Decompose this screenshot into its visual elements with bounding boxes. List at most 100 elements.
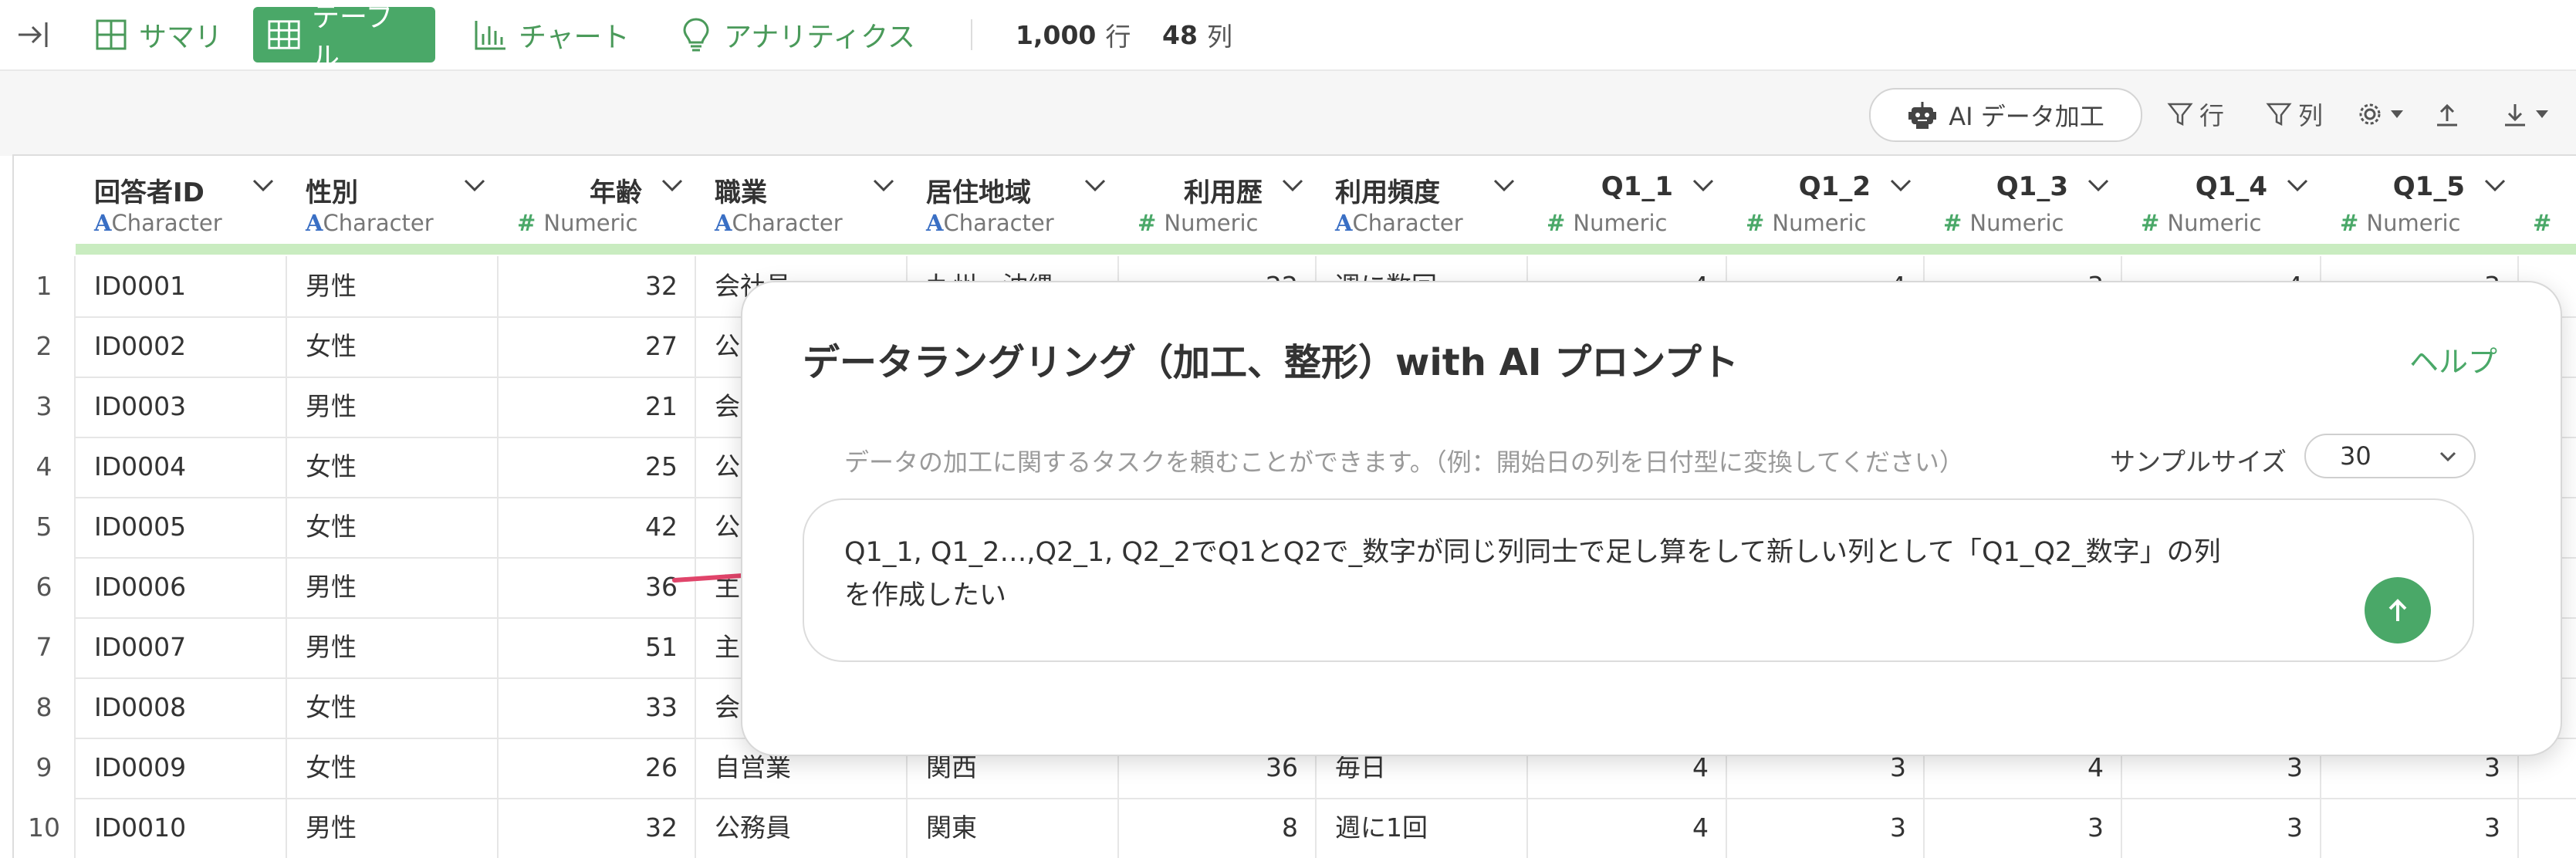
tab-chart-label: チャート [519, 22, 630, 53]
settings-menu-button[interactable] [2357, 93, 2411, 136]
help-link[interactable]: ヘルプ [2409, 338, 2497, 380]
table-cell-partial [2519, 798, 2576, 858]
chevron-down-icon[interactable] [463, 177, 486, 193]
chevron-down-icon[interactable] [1692, 177, 1715, 193]
column-header[interactable]: 利用歴 # Numeric [1119, 156, 1318, 256]
chevron-down-icon [2439, 451, 2456, 462]
chevron-down-icon[interactable] [1281, 177, 1304, 193]
table-cell: ID0005 [76, 497, 287, 557]
chevron-down-icon[interactable] [2087, 177, 2110, 193]
sample-size-label: サンプルサイズ [2110, 447, 2287, 477]
table-cell: 32 [499, 256, 696, 316]
column-type: ACharacter [306, 210, 434, 236]
character-type-icon: A [306, 210, 323, 236]
character-type-icon: A [94, 210, 112, 236]
dialog-title: データラングリング（加工、整形）with AI プロンプト [803, 341, 1739, 384]
row-count-unit: 行 [1105, 22, 1131, 52]
caret-down-icon [2536, 110, 2548, 118]
column-header[interactable]: Q1_2 # Numeric [1727, 156, 1926, 256]
table-cell: 3 [1727, 798, 1925, 858]
table-cell: 関東 [908, 798, 1119, 858]
column-name: Q1_2 [1798, 171, 1871, 202]
chevron-down-icon[interactable] [1889, 177, 1912, 193]
column-header[interactable]: 年齢 # Numeric [499, 156, 698, 256]
tab-table[interactable]: テーブル [253, 2, 435, 73]
row-filter-label: 行 [2199, 101, 2225, 130]
row-number: 6 [14, 557, 76, 617]
column-type-label: Numeric [1772, 210, 1867, 236]
row-filter-button[interactable]: 行 [2167, 93, 2224, 136]
column-header[interactable]: 利用頻度 ACharacter [1317, 156, 1530, 256]
table-cell: ID0001 [76, 256, 287, 316]
column-name: 回答者ID [94, 177, 205, 208]
sample-size-select[interactable]: 30 [2304, 434, 2476, 478]
chevron-down-icon[interactable] [252, 177, 275, 193]
column-header[interactable]: Q1_5 # Numeric [2321, 156, 2520, 256]
caret-down-icon [2391, 110, 2403, 118]
row-number: 3 [14, 377, 76, 437]
column-filter-label: 列 [2298, 101, 2324, 130]
download-menu-button[interactable] [2502, 93, 2556, 136]
collapse-sidebar-icon[interactable] [12, 15, 54, 54]
column-count: 48 列 [1162, 15, 1232, 54]
table-cell: 男性 [287, 557, 499, 617]
column-filter-button[interactable]: 列 [2266, 93, 2323, 136]
column-type: # Numeric [1547, 210, 1668, 236]
upload-button[interactable] [2434, 93, 2466, 136]
gear-icon [2359, 103, 2381, 125]
table-row[interactable]: 10 ID0010 男性 32 公務員 関東 8 週に1回 4 3 3 3 3 [14, 798, 2576, 858]
filter-icon [2266, 103, 2292, 127]
column-header[interactable]: Q1_3 # Numeric [1925, 156, 2124, 256]
table-cell: 25 [499, 437, 696, 497]
table-cell: 3 [2122, 798, 2321, 858]
column-type: ACharacter [1335, 210, 1463, 236]
table-cell: 4 [1528, 798, 1727, 858]
numeric-type-icon: # [1943, 210, 1970, 236]
column-type: # Numeric [517, 210, 638, 236]
numeric-type-icon: # [2141, 210, 2168, 236]
table-cell: 女性 [287, 677, 499, 738]
column-type: # Numeric [1138, 210, 1259, 236]
column-type-label: Numeric [1969, 210, 2064, 236]
table-cell: ID0009 [76, 738, 287, 798]
column-header[interactable]: 職業 ACharacter [696, 156, 909, 256]
download-icon [2505, 104, 2525, 127]
column-name: 利用歴 [1184, 177, 1263, 208]
chevron-down-icon[interactable] [661, 177, 684, 193]
column-header[interactable]: Q1_4 # Numeric [2122, 156, 2323, 256]
tab-summary[interactable]: サマリ [80, 7, 238, 62]
column-type-label: Numeric [1164, 210, 1259, 236]
dialog-description: データの加工に関するタスクを頼むことができます。（例：開始日の列を日付型に変換し… [844, 448, 1964, 477]
ai-prompt-dialog: データラングリング（加工、整形）with AI プロンプト ヘルプ データの加工… [741, 281, 2562, 756]
column-name: Q1_4 [2195, 171, 2267, 202]
column-type: # Numeric [1943, 210, 2064, 236]
table-cell: 男性 [287, 617, 499, 677]
tab-summary-label: サマリ [139, 22, 223, 53]
column-type-label: Character [732, 210, 843, 236]
prompt-input[interactable]: Q1_1, Q1_2…,Q2_1, Q2_2でQ1とQ2で_数字が同じ列同士で足… [803, 498, 2474, 662]
bulb-icon [679, 18, 713, 52]
numeric-type-icon: # [2340, 210, 2367, 236]
ai-data-wrangling-button[interactable]: AI データ加工 [1869, 88, 2142, 142]
chevron-down-icon[interactable] [1083, 177, 1107, 193]
chevron-down-icon[interactable] [2286, 177, 2309, 193]
table-icon [267, 18, 301, 52]
chevron-down-icon[interactable] [2483, 177, 2507, 193]
chevron-down-icon[interactable] [872, 177, 895, 193]
table-cell: 男性 [287, 798, 499, 858]
column-name: 職業 [715, 177, 767, 208]
chevron-down-icon[interactable] [1493, 177, 1516, 193]
send-button[interactable] [2365, 577, 2431, 644]
column-type: ACharacter [715, 210, 843, 236]
column-header[interactable]: 性別 ACharacter [287, 156, 500, 256]
column-header[interactable]: Q1_1 # Numeric [1528, 156, 1729, 256]
prompt-line-1: Q1_1, Q1_2…,Q2_1, Q2_2でQ1とQ2で_数字が同じ列同士で足… [844, 537, 2221, 568]
table-cell: ID0006 [76, 557, 287, 617]
tab-chart[interactable]: チャート [460, 7, 645, 62]
table-cell: 3 [1925, 798, 2122, 858]
table-cell: 36 [499, 557, 696, 617]
tab-analytics[interactable]: アナリティクス [665, 7, 931, 62]
column-header[interactable]: 回答者ID ACharacter [76, 156, 289, 256]
column-header[interactable]: 居住地域 ACharacter [908, 156, 1121, 256]
tab-analytics-label: アナリティクス [724, 22, 916, 53]
